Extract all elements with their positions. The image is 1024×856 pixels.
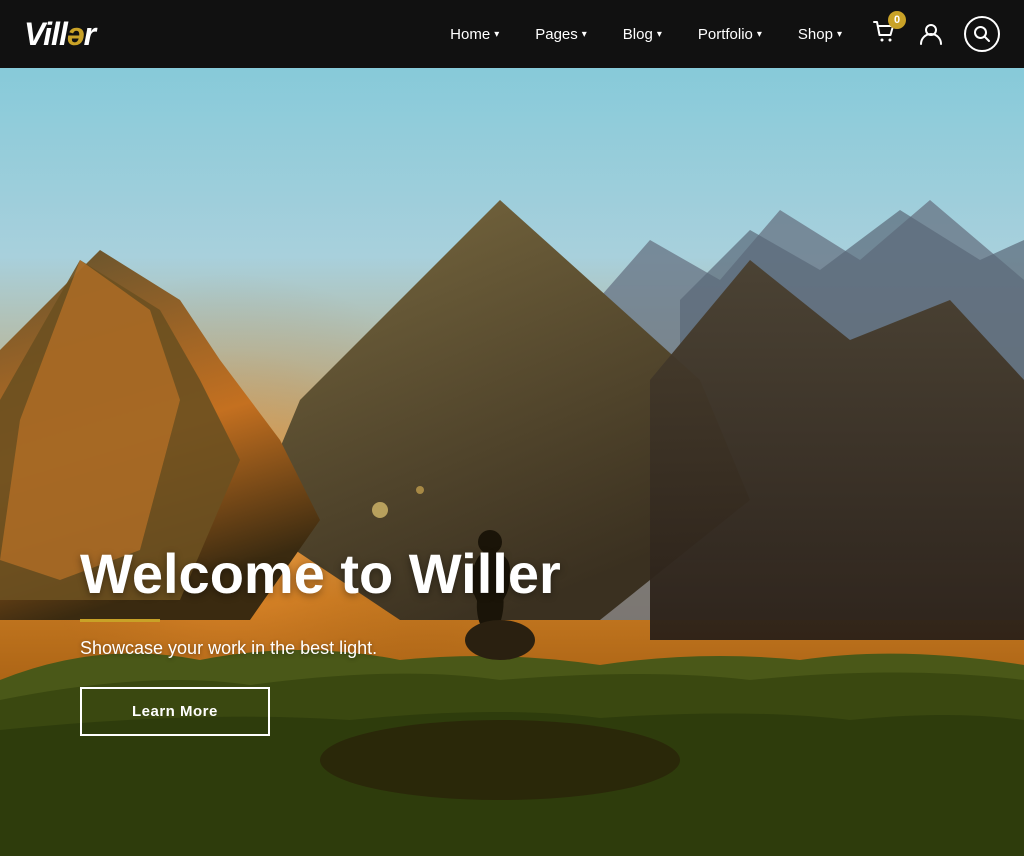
logo-highlight: ə xyxy=(67,16,84,53)
hero-section: Welcome to Willer Showcase your work in … xyxy=(0,0,1024,856)
hero-subtitle: Showcase your work in the best light. xyxy=(80,638,561,659)
nav-item-pages[interactable]: Pages ▾ xyxy=(521,18,601,51)
hero-divider xyxy=(80,619,160,622)
logo-text-start: Vill xyxy=(24,16,67,53)
nav-item-blog[interactable]: Blog ▾ xyxy=(609,18,676,51)
user-button[interactable] xyxy=(918,21,944,47)
nav-links: Home ▾ Pages ▾ Blog ▾ Portfolio ▾ Shop xyxy=(436,18,856,51)
chevron-icon: ▾ xyxy=(837,29,842,40)
nav-item-shop[interactable]: Shop ▾ xyxy=(784,18,856,51)
nav-link-pages[interactable]: Pages ▾ xyxy=(521,18,601,51)
chevron-icon: ▾ xyxy=(494,29,499,40)
nav-link-home[interactable]: Home ▾ xyxy=(436,18,513,51)
nav-link-portfolio[interactable]: Portfolio ▾ xyxy=(684,18,776,51)
nav-link-shop[interactable]: Shop ▾ xyxy=(784,18,856,51)
cart-badge: 0 xyxy=(888,11,906,29)
navbar: Villər Home ▾ Pages ▾ Blog ▾ Portfolio ▾ xyxy=(0,0,1024,68)
user-icon xyxy=(918,21,944,47)
logo-text-end: r xyxy=(84,16,95,53)
chevron-icon: ▾ xyxy=(657,29,662,40)
nav-item-home[interactable]: Home ▾ xyxy=(436,18,513,51)
chevron-icon: ▾ xyxy=(757,29,762,40)
learn-more-button[interactable]: Learn More xyxy=(80,687,270,736)
logo[interactable]: Villər xyxy=(24,16,95,53)
cart-button[interactable]: 0 xyxy=(872,19,898,50)
chevron-icon: ▾ xyxy=(582,29,587,40)
nav-link-blog[interactable]: Blog ▾ xyxy=(609,18,676,51)
nav-item-portfolio[interactable]: Portfolio ▾ xyxy=(684,18,776,51)
hero-title: Welcome to Willer xyxy=(80,543,561,605)
search-icon xyxy=(973,25,991,43)
search-button[interactable] xyxy=(964,16,1000,52)
hero-content: Welcome to Willer Showcase your work in … xyxy=(80,543,561,736)
nav-icons: 0 xyxy=(872,16,1000,52)
